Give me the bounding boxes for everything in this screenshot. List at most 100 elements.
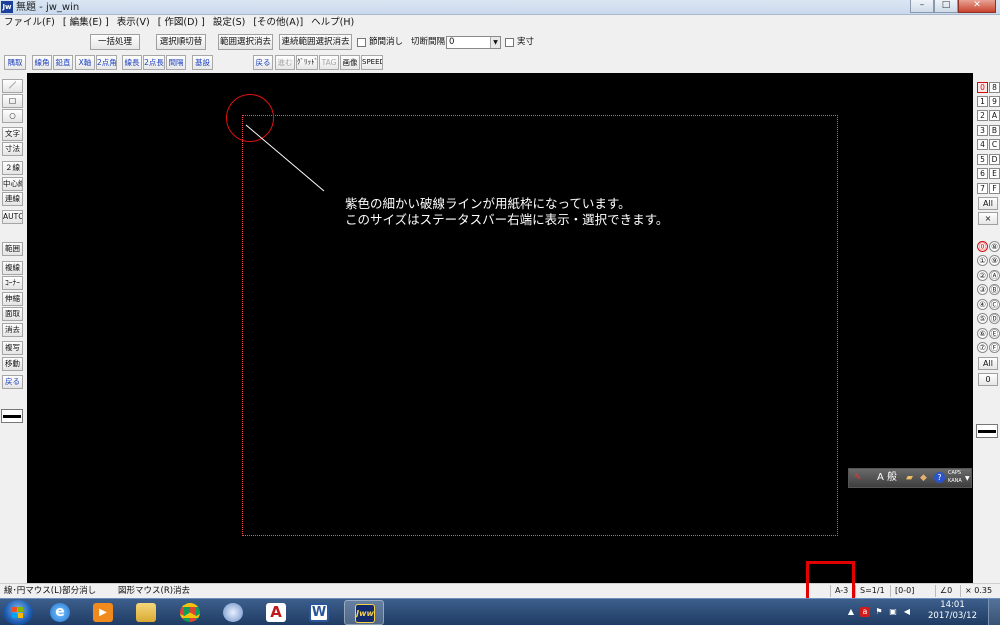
copy-tool-button[interactable]: 複写 — [2, 341, 23, 355]
layer-group-a-button[interactable]: Ⓐ — [989, 270, 1000, 281]
layer-group-9-button[interactable]: ⑨ — [989, 255, 1000, 266]
layer-group-7-button[interactable]: ⑦ — [977, 342, 988, 353]
show-desktop-button[interactable] — [988, 599, 1000, 625]
close-button[interactable]: ✕ — [958, 0, 996, 13]
layer-group-f-button[interactable]: Ⓕ — [989, 342, 1000, 353]
layer-indicator[interactable]: [0-0] — [890, 585, 934, 597]
line-angle-button[interactable]: 線角 — [32, 55, 52, 70]
taskbar-ie[interactable]: e — [40, 600, 80, 625]
node-clear-checkbox[interactable] — [357, 38, 366, 47]
rectangle-tool-button[interactable]: □ — [2, 94, 23, 108]
taskbar-app-bird[interactable] — [213, 600, 253, 625]
ime-dictionary-icon[interactable]: ▰ — [906, 472, 913, 484]
layer-5-button[interactable]: 5 — [977, 154, 988, 165]
tray-network-icon[interactable]: ▣ — [888, 607, 898, 617]
select-order-button[interactable]: 選択順切替 — [156, 34, 206, 50]
move-tool-button[interactable]: 移動 — [2, 357, 23, 371]
layer-group-all-button[interactable]: All — [978, 357, 998, 370]
layer-line-indicator[interactable] — [976, 424, 998, 438]
layer-group-3-button[interactable]: ③ — [977, 284, 988, 295]
layer-group-d-button[interactable]: Ⓓ — [989, 313, 1000, 324]
layer-group-1-button[interactable]: ① — [977, 255, 988, 266]
continuous-range-clear-button[interactable]: 連続範囲選択消去 — [279, 34, 352, 50]
angle-indicator[interactable]: ∠0 — [935, 585, 959, 597]
auto-mode-button[interactable]: AUTO — [2, 210, 23, 224]
speed-button[interactable]: SPEED — [361, 55, 383, 70]
layer-3-button[interactable]: 3 — [977, 125, 988, 136]
menu-settings[interactable]: 設定(S) — [213, 16, 245, 30]
ime-help-icon[interactable]: ? — [934, 472, 945, 483]
range-clear-button[interactable]: 範囲選択消去 — [218, 34, 273, 50]
range-tool-button[interactable]: 範囲 — [2, 242, 23, 256]
tray-volume-icon[interactable]: ◀ — [902, 607, 912, 617]
redo-button[interactable]: 進む — [275, 55, 295, 70]
maximize-button[interactable]: □ — [934, 0, 958, 13]
tag-button[interactable]: TAG — [319, 55, 339, 70]
tray-acrobat-icon[interactable]: a — [860, 607, 870, 617]
layer-4-button[interactable]: 4 — [977, 139, 988, 150]
layer-c-button[interactable]: C — [989, 139, 1000, 150]
layer-group-zero-button[interactable]: 0 — [978, 373, 998, 386]
layer-e-button[interactable]: E — [989, 168, 1000, 179]
layer-group-e-button[interactable]: Ⓔ — [989, 328, 1000, 339]
menu-help[interactable]: ヘルプ(H) — [311, 16, 354, 30]
base-set-button[interactable]: 基設 — [192, 55, 213, 70]
taskbar-media-player[interactable]: ▶ — [83, 600, 123, 625]
center-line-tool-button[interactable]: 中心線 — [2, 177, 23, 191]
erase-tool-button[interactable]: 消去 — [2, 323, 23, 337]
layer-6-button[interactable]: 6 — [977, 168, 988, 179]
cut-interval-select[interactable]: 0 ▼ — [446, 36, 501, 49]
stretch-tool-button[interactable]: 伸縮 — [2, 292, 23, 306]
start-button[interactable] — [3, 600, 33, 625]
layer-group-0-button[interactable]: ⓪ — [977, 241, 988, 252]
corner-snap-button[interactable]: 隅取 — [4, 55, 26, 70]
scale-selector[interactable]: S=1/1 — [855, 585, 889, 597]
menu-file[interactable]: ファイル(F) — [4, 16, 55, 30]
layer-group-b-button[interactable]: Ⓑ — [989, 284, 1000, 295]
layer-7-button[interactable]: 7 — [977, 183, 988, 194]
layer-2-button[interactable]: 2 — [977, 110, 988, 121]
x-axis-button[interactable]: X軸 — [75, 55, 95, 70]
circle-tool-button[interactable]: ○ — [2, 109, 23, 123]
double-line-tool-button[interactable]: ２線 — [2, 161, 23, 175]
ime-pen-icon[interactable]: ✎ — [854, 472, 862, 484]
taskbar-jww[interactable]: Jww — [344, 600, 384, 625]
layer-group-c-button[interactable]: Ⓒ — [989, 299, 1000, 310]
layer-1-button[interactable]: 1 — [977, 96, 988, 107]
dimension-tool-button[interactable]: 寸法 — [2, 142, 23, 156]
line-length-button[interactable]: 線長 — [122, 55, 142, 70]
batch-process-button[interactable]: 一括処理 — [90, 34, 140, 50]
tray-flag-icon[interactable]: ⚑ — [874, 607, 884, 617]
layer-cross-button[interactable]: × — [978, 212, 998, 225]
image-button[interactable]: 画像 — [340, 55, 360, 70]
menu-view[interactable]: 表示(V) — [117, 16, 150, 30]
layer-f-button[interactable]: F — [989, 183, 1000, 194]
ime-tool-icon[interactable]: ◆ — [920, 472, 927, 484]
taskbar-explorer[interactable] — [126, 600, 166, 625]
grid-button[interactable]: ｸﾞﾘｯﾄﾞ — [296, 55, 318, 70]
layer-a-button[interactable]: A — [989, 110, 1000, 121]
ime-mode[interactable]: A 般 — [877, 472, 897, 484]
line-tool-button[interactable]: ／ — [2, 79, 23, 93]
clock[interactable]: 14:01 2017/03/12 — [928, 600, 977, 622]
menu-draw[interactable]: [ 作図(D) ] — [158, 16, 205, 30]
taskbar-chrome[interactable] — [170, 600, 210, 625]
ime-options-chevron-icon[interactable]: ▼ — [965, 473, 970, 485]
minimize-button[interactable]: – — [910, 0, 934, 13]
continuous-line-tool-button[interactable]: 連線 — [2, 192, 23, 206]
drawing-canvas[interactable]: 紫色の細かい破線ラインが用紙枠になっています。 このサイズはステータスバー右端に… — [27, 73, 973, 583]
vertical-button[interactable]: 鉛直 — [53, 55, 73, 70]
text-tool-button[interactable]: 文字 — [2, 127, 23, 141]
layer-group-4-button[interactable]: ④ — [977, 299, 988, 310]
taskbar-word[interactable]: W — [299, 600, 339, 625]
layer-all-button[interactable]: All — [978, 197, 998, 210]
menu-edit[interactable]: [ 編集(E) ] — [63, 16, 109, 30]
two-point-angle-button[interactable]: 2点角 — [96, 55, 117, 70]
tray-chevron-up-icon[interactable]: ▲ — [846, 607, 856, 617]
interval-button[interactable]: 間隔 — [166, 55, 186, 70]
two-point-length-button[interactable]: 2点長 — [143, 55, 165, 70]
taskbar-acrobat[interactable]: A — [256, 600, 296, 625]
ime-language-bar[interactable]: ✎ A 般 ▰ ◆ ? CAPS KANA ▼ — [848, 468, 972, 488]
layer-8-button[interactable]: 8 — [989, 82, 1000, 93]
layer-0-button[interactable]: 0 — [977, 82, 988, 93]
